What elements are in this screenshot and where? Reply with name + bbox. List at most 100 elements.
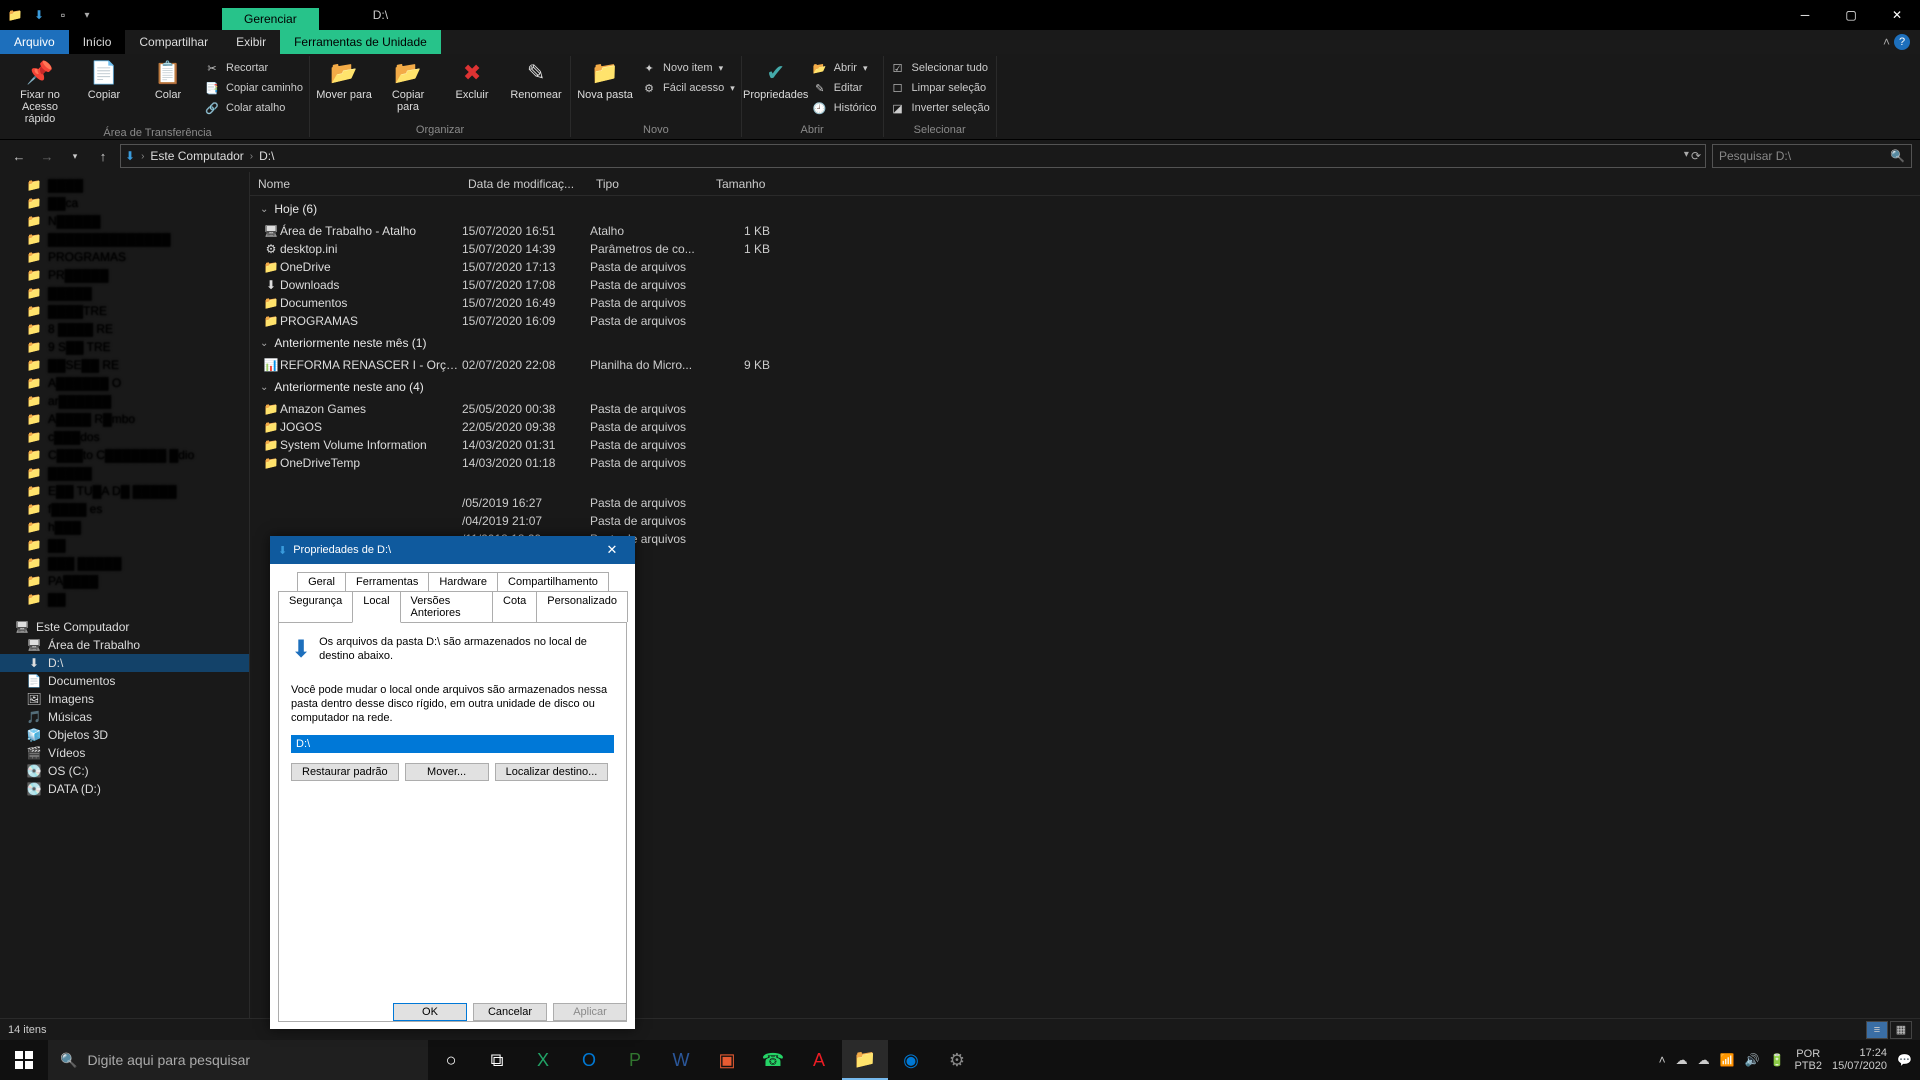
nav-quick-item[interactable]: 📁8 ▓▓▓▓ RE	[0, 320, 249, 338]
nav-quick-item[interactable]: 📁▓▓ca	[0, 194, 249, 212]
tray-overflow-icon[interactable]: ˄	[1659, 1053, 1666, 1067]
nav-quick-item[interactable]: 📁E▓▓ TU▓A D▓ ▓▓▓▓▓	[0, 482, 249, 500]
task-view-icon[interactable]: ⧉	[474, 1040, 520, 1080]
notifications-icon[interactable]: 💬	[1897, 1053, 1912, 1067]
nav-pc-item[interactable]: 💽OS (C:)	[0, 762, 249, 780]
file-row[interactable]: 🖥Área de Trabalho - Atalho15/07/2020 16:…	[250, 222, 1920, 240]
tray-time[interactable]: 17:24	[1832, 1047, 1887, 1060]
nav-recent-button[interactable]: ▾	[64, 145, 86, 167]
dialog-tab[interactable]: Geral	[297, 572, 346, 591]
select-none-button[interactable]: ☐Limpar seleção	[890, 79, 990, 97]
tab-share[interactable]: Compartilhar	[125, 30, 222, 54]
address-dropdown-icon[interactable]: ▾	[1684, 149, 1689, 163]
word-icon[interactable]: W	[658, 1040, 704, 1080]
moveto-button[interactable]: 📂Mover para	[316, 59, 372, 101]
nav-quick-item[interactable]: 📁A▓▓▓▓ R▓mbo	[0, 410, 249, 428]
wifi-icon[interactable]: 📶	[1720, 1053, 1735, 1067]
properties-button[interactable]: ✔Propriedades	[748, 59, 804, 101]
tab-drive-tools[interactable]: Ferramentas de Unidade	[280, 30, 441, 54]
qat-dropdown-icon[interactable]: ▾	[78, 6, 96, 24]
open-button[interactable]: 📂Abrir▾	[812, 59, 877, 77]
easy-access-button[interactable]: ⚙Fácil acesso▾	[641, 79, 735, 97]
app-icon[interactable]: ▣	[704, 1040, 750, 1080]
file-row[interactable]: /04/2019 21:07Pasta de arquivos	[250, 512, 1920, 530]
nav-quick-item[interactable]: 📁N▓▓▓▓▓	[0, 212, 249, 230]
file-row[interactable]: /05/2019 16:27Pasta de arquivos	[250, 494, 1920, 512]
close-button[interactable]: ✕	[1874, 0, 1920, 30]
minimize-button[interactable]: ─	[1782, 0, 1828, 30]
tray-date[interactable]: 15/07/2020	[1832, 1060, 1887, 1073]
nav-this-pc[interactable]: 🖥Este Computador	[0, 618, 249, 636]
project-icon[interactable]: P	[612, 1040, 658, 1080]
select-all-button[interactable]: ☑Selecionar tudo	[890, 59, 990, 77]
outlook-icon[interactable]: O	[566, 1040, 612, 1080]
acrobat-icon[interactable]: A	[796, 1040, 842, 1080]
nav-quick-item[interactable]: 📁9 S▓▓ TRE	[0, 338, 249, 356]
nav-back-button[interactable]: ←	[8, 145, 30, 167]
move-button[interactable]: Mover...	[405, 763, 489, 781]
nav-quick-item[interactable]: 📁▓▓▓▓▓	[0, 464, 249, 482]
onedrive-tray-icon[interactable]: ☁	[1676, 1053, 1688, 1067]
nav-pc-item[interactable]: 🖥Área de Trabalho	[0, 636, 249, 654]
copy-path-button[interactable]: 📑Copiar caminho	[204, 79, 303, 97]
nav-quick-item[interactable]: 📁f▓▓▓▓ es	[0, 500, 249, 518]
edit-button[interactable]: ✎Editar	[812, 79, 877, 97]
file-row[interactable]: 📁PROGRAMAS15/07/2020 16:09Pasta de arqui…	[250, 312, 1920, 330]
rename-button[interactable]: ✎Renomear	[508, 59, 564, 101]
address-field[interactable]: ⬇ › Este Computador › D:\ ▾ ⟳	[120, 144, 1706, 168]
nav-pc-item[interactable]: 📄Documentos	[0, 672, 249, 690]
delete-button[interactable]: ✖Excluir	[444, 59, 500, 101]
nav-quick-item[interactable]: 📁A▓▓▓▓▓▓ O	[0, 374, 249, 392]
dialog-tab[interactable]: Versões Anteriores	[400, 591, 494, 622]
column-headers[interactable]: Nome Data de modificaç... Tipo Tamanho	[250, 172, 1920, 196]
history-button[interactable]: 🕘Histórico	[812, 99, 877, 117]
nav-quick-item[interactable]: 📁h▓▓▓	[0, 518, 249, 536]
nav-quick-item[interactable]: 📁C▓▓▓to C▓▓▓▓▓▓▓ ▓dio	[0, 446, 249, 464]
find-target-button[interactable]: Localizar destino...	[495, 763, 609, 781]
new-item-button[interactable]: ✦Novo item▾	[641, 59, 735, 77]
help-icon[interactable]: ?	[1894, 34, 1910, 50]
start-button[interactable]	[0, 1040, 48, 1080]
nav-pc-item[interactable]: 💽DATA (D:)	[0, 780, 249, 798]
tray-kbd[interactable]: PTB2	[1794, 1060, 1822, 1072]
group-today[interactable]: ⌄Hoje (6)	[250, 196, 1920, 222]
nav-quick-item[interactable]: 📁▓▓	[0, 536, 249, 554]
breadcrumb-location[interactable]: D:\	[259, 149, 274, 163]
battery-icon[interactable]: 🔋	[1770, 1053, 1785, 1067]
dialog-tab[interactable]: Compartilhamento	[497, 572, 609, 591]
taskbar-search[interactable]: 🔍 Digite aqui para pesquisar	[48, 1040, 428, 1080]
qat-down-icon[interactable]: ⬇	[30, 6, 48, 24]
nav-quick-item[interactable]: 📁▓▓SE▓▓ RE	[0, 356, 249, 374]
explorer-taskbar-icon[interactable]: 📁	[842, 1040, 888, 1080]
nav-pc-item[interactable]: 🎬Vídeos	[0, 744, 249, 762]
navigation-pane[interactable]: 📁▓▓▓▓📁▓▓ca📁N▓▓▓▓▓📁▓▓▓▓▓▓▓▓▓▓▓▓▓▓📁PROGRAM…	[0, 172, 250, 1018]
group-earlier-year[interactable]: ⌄Anteriormente neste ano (4)	[250, 374, 1920, 400]
dialog-tab[interactable]: Ferramentas	[345, 572, 429, 591]
breadcrumb-pc[interactable]: Este Computador	[150, 149, 243, 163]
ok-button[interactable]: OK	[393, 1003, 467, 1021]
invert-selection-button[interactable]: ◪Inverter seleção	[890, 99, 990, 117]
file-row[interactable]: ⚙desktop.ini15/07/2020 14:39Parâmetros d…	[250, 240, 1920, 258]
dialog-tab[interactable]: Segurança	[278, 591, 353, 622]
excel-icon[interactable]: X	[520, 1040, 566, 1080]
nav-quick-item[interactable]: 📁▓▓▓▓▓▓▓▓▓▓▓▓▓▓	[0, 230, 249, 248]
system-tray[interactable]: ˄ ☁ ☁ 📶 🔊 🔋 POR PTB2 17:24 15/07/2020 💬	[1651, 1047, 1920, 1073]
maximize-button[interactable]: ▢	[1828, 0, 1874, 30]
tab-home[interactable]: Início	[69, 30, 126, 54]
file-row[interactable]: 📁Documentos15/07/2020 16:49Pasta de arqu…	[250, 294, 1920, 312]
tab-file[interactable]: Arquivo	[0, 30, 69, 54]
file-row[interactable]: 📊REFORMA RENASCER I - Orçamento Sint...0…	[250, 356, 1920, 374]
restore-default-button[interactable]: Restaurar padrão	[291, 763, 399, 781]
nav-quick-item[interactable]: 📁PROGRAMAS	[0, 248, 249, 266]
ribbon-collapse[interactable]: ˄ ?	[1873, 30, 1920, 54]
location-path-input[interactable]	[291, 735, 614, 753]
whatsapp-icon[interactable]: ☎	[750, 1040, 796, 1080]
file-row[interactable]: 📁OneDriveTemp14/03/2020 01:18Pasta de ar…	[250, 454, 1920, 472]
onedrive-tray-icon-2[interactable]: ☁	[1698, 1053, 1710, 1067]
nav-pc-item[interactable]: ⬇D:\	[0, 654, 249, 672]
search-input[interactable]: Pesquisar D:\ 🔍	[1712, 144, 1912, 168]
nav-forward-button[interactable]: →	[36, 145, 58, 167]
paste-button[interactable]: 📋Colar	[140, 59, 196, 101]
details-view-button[interactable]: ≡	[1866, 1021, 1888, 1039]
tray-lang[interactable]: POR	[1794, 1048, 1822, 1060]
